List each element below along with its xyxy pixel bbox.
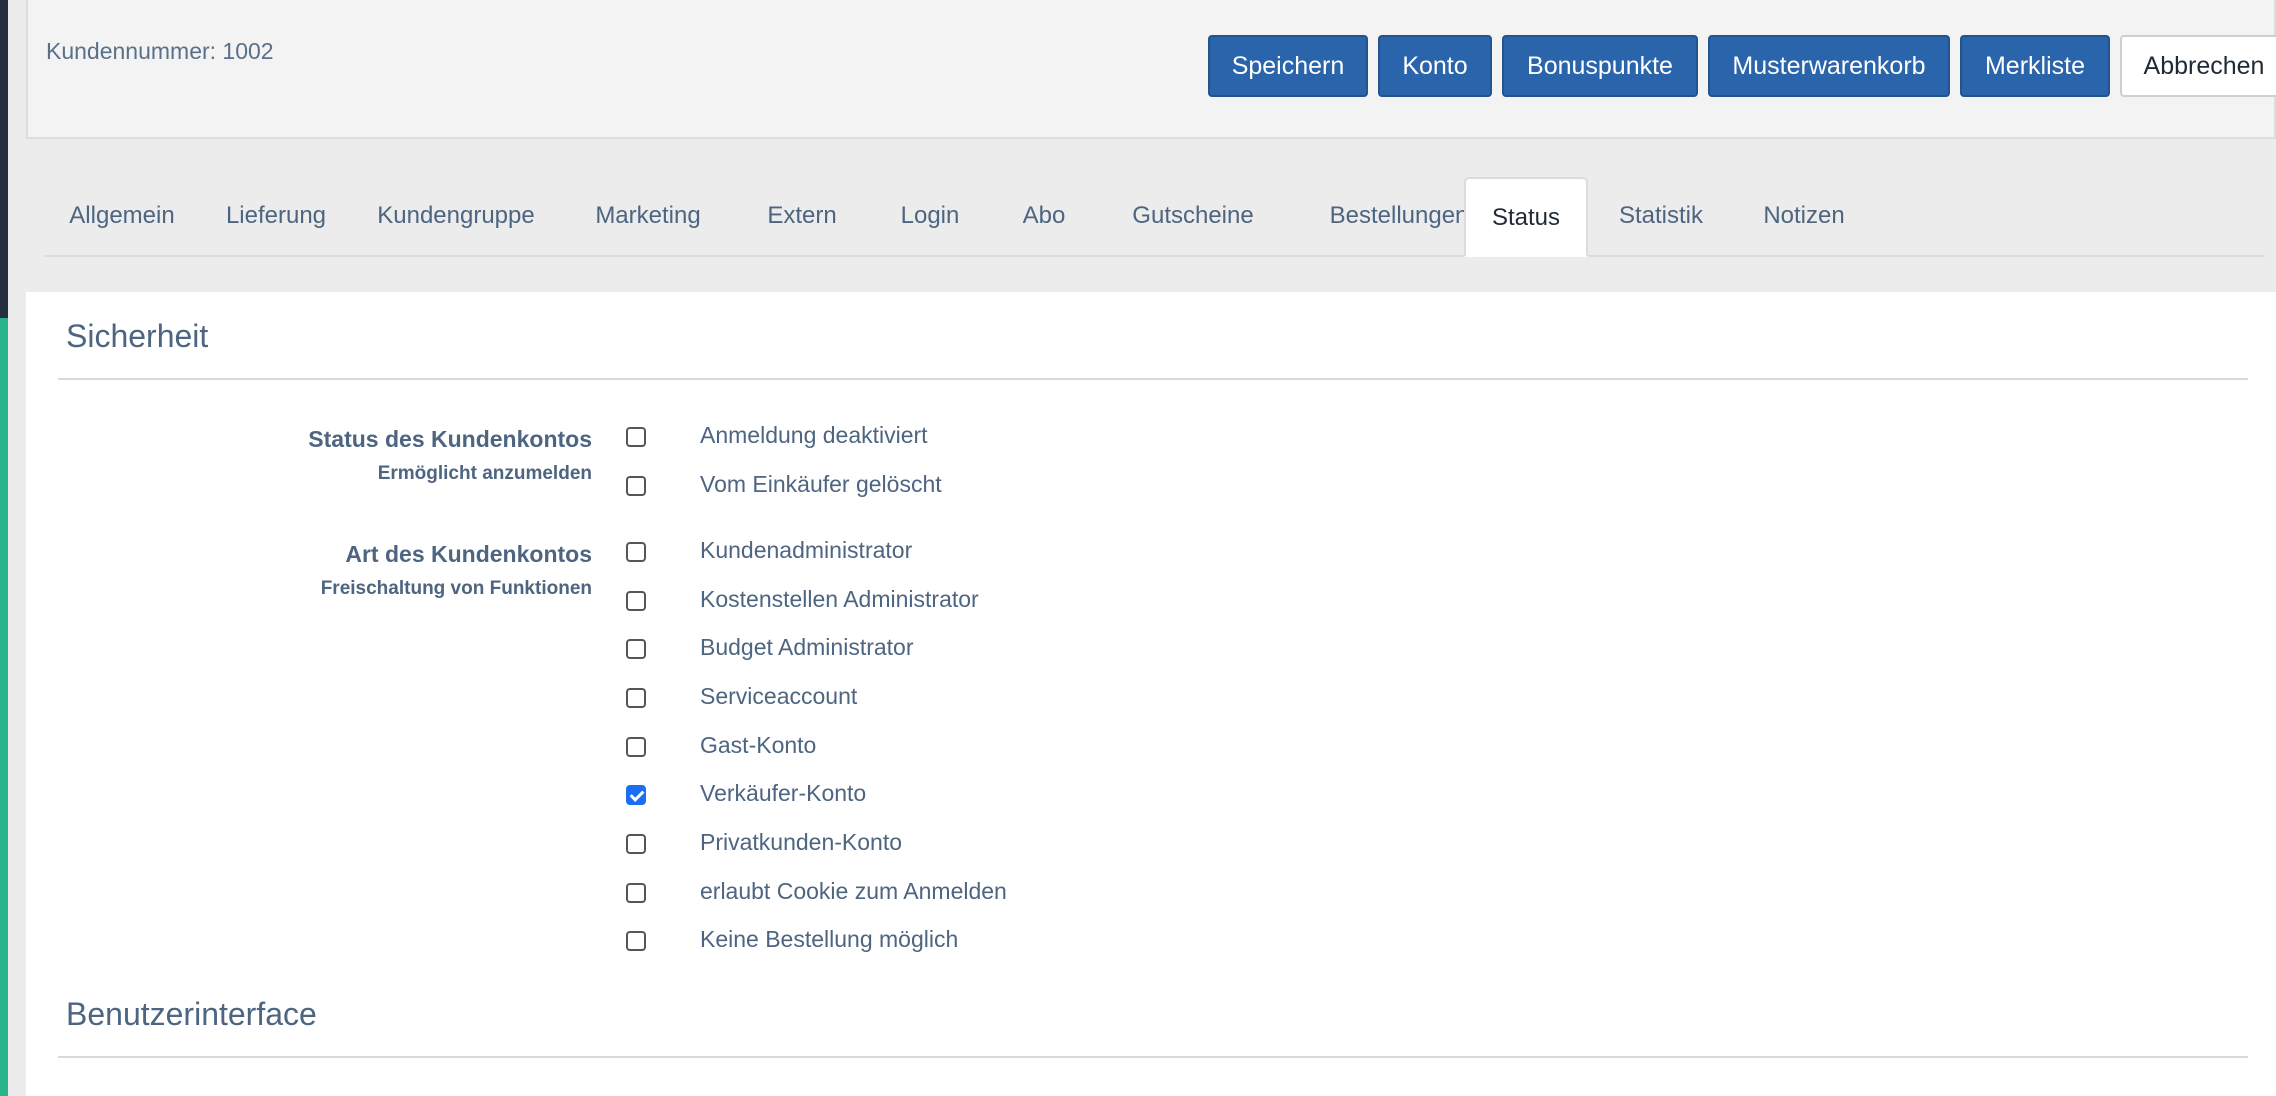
status-panel: Sicherheit Status des Kundenkontos Ermög… [26,292,2276,1096]
tab-notizen[interactable]: Notizen [1734,177,1874,255]
wishlist-button[interactable]: Merkliste [1960,35,2110,97]
tab-login[interactable]: Login [868,177,992,255]
option-label: Anmeldung deaktiviert [700,422,928,448]
checkbox-private-customer-account[interactable] [626,834,646,854]
checkbox-allow-login-cookie[interactable] [626,883,646,903]
save-button[interactable]: Speichern [1208,35,1368,97]
checkbox-service-account[interactable] [626,688,646,708]
option-label: erlaubt Cookie zum Anmelden [700,878,1007,904]
group-label-account-type: Art des Kundenkontos Freischaltung von F… [321,541,592,600]
tab-bar: Allgemein Lieferung Kundengruppe Marketi… [44,177,2264,257]
option-label: Kostenstellen Administrator [700,586,979,612]
checkbox-login-disabled[interactable] [626,427,646,447]
option-label: Privatkunden-Konto [700,829,903,855]
tab-abo[interactable]: Abo [992,177,1096,255]
group-subtitle: Ermöglicht anzumelden [377,463,592,484]
bonus-points-button[interactable]: Bonuspunkte [1502,35,1698,97]
tab-marketing[interactable]: Marketing [560,177,736,255]
checkbox-deleted-by-buyer[interactable] [626,476,646,496]
section-title-user-interface: Benutzerinterface [66,996,317,1032]
sample-cart-button[interactable]: Musterwarenkorb [1708,35,1950,97]
option-label: Kundenadministrator [700,537,913,563]
tab-gutscheine[interactable]: Gutscheine [1096,177,1290,255]
checkbox-guest-account[interactable] [626,737,646,757]
account-button[interactable]: Konto [1378,35,1492,97]
tab-allgemein[interactable]: Allgemein [44,177,200,255]
group-subtitle: Freischaltung von Funktionen [320,578,592,599]
option-label: Keine Bestellung möglich [700,926,959,952]
checkbox-customer-admin[interactable] [626,542,646,562]
checkbox-budget-admin[interactable] [626,639,646,659]
tab-lieferung[interactable]: Lieferung [200,177,352,255]
tab-kundengruppe[interactable]: Kundengruppe [352,177,560,255]
sidebar-accent-bar [0,318,8,1096]
option-label: Vom Einkäufer gelöscht [700,471,942,497]
group-title: Status des Kundenkontos [308,426,592,452]
tab-status[interactable]: Status [1464,177,1588,257]
section-divider [58,378,2248,380]
tab-extern[interactable]: Extern [736,177,868,255]
checkbox-cost-center-admin[interactable] [626,591,646,611]
tab-statistik[interactable]: Statistik [1588,177,1734,255]
group-title: Art des Kundenkontos [345,541,592,567]
checkbox-no-orders[interactable] [626,931,646,951]
option-label: Serviceaccount [700,683,858,709]
customer-number: Kundennummer: 1002 [46,38,274,64]
option-label: Gast-Konto [700,732,817,758]
option-label: Budget Administrator [700,634,914,660]
group-label-account-status: Status des Kundenkontos Ermöglicht anzum… [308,426,592,485]
option-label: Verkäufer-Konto [700,780,867,806]
checkbox-seller-account[interactable] [626,785,646,805]
header-bar: Kundennummer: 1002 Speichern Konto Bonus… [26,0,2276,139]
section-divider [58,1056,2248,1058]
section-title-security: Sicherheit [66,318,209,354]
left-sidebar-strip [0,0,8,1096]
cancel-button[interactable]: Abbrechen [2120,35,2276,97]
